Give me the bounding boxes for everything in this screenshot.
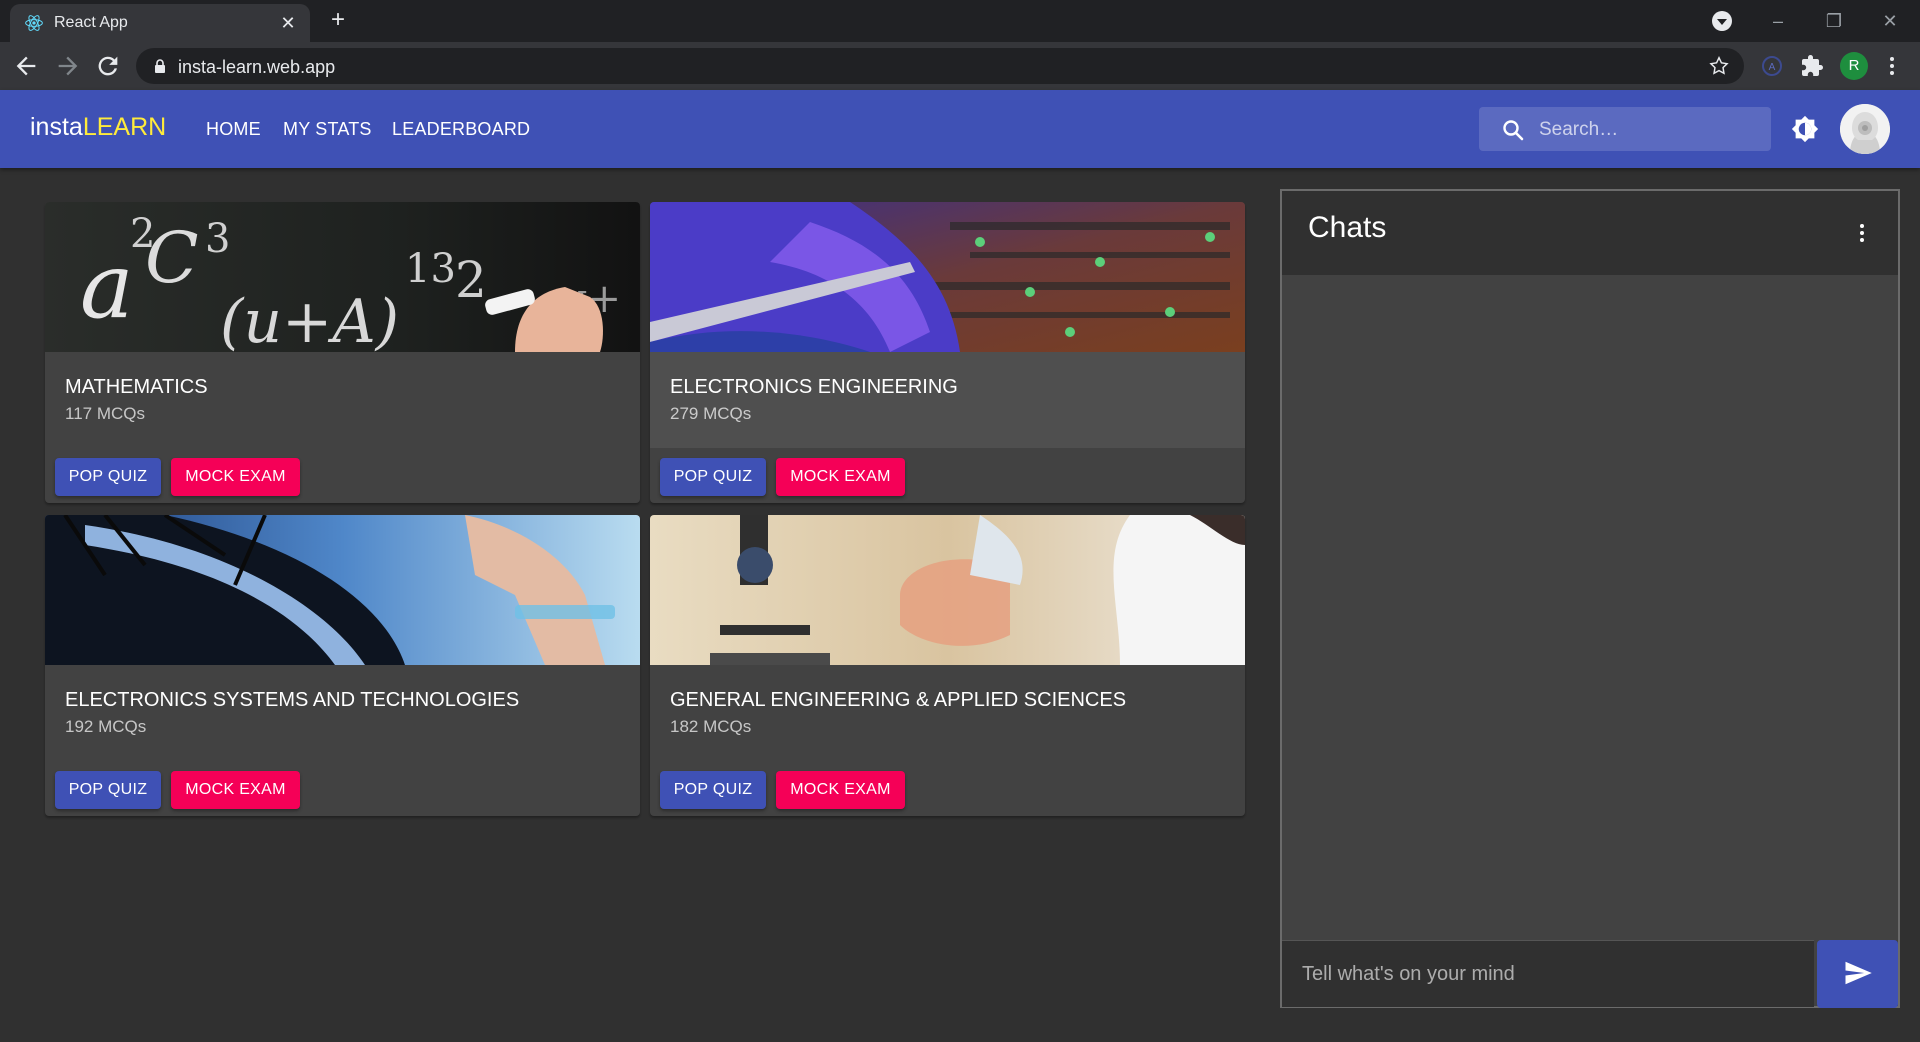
search-icon	[1503, 120, 1524, 141]
address-bar[interactable]: insta-learn.web.app	[136, 48, 1744, 84]
puzzle-extensions-icon[interactable]	[1800, 54, 1824, 78]
chat-message-input[interactable]	[1300, 955, 1804, 993]
general-engineering-image	[650, 515, 1245, 665]
brand-accent: LEARN	[82, 113, 167, 141]
svg-text:13: 13	[405, 246, 456, 292]
card-title: ELECTRONICS SYSTEMS AND TECHNOLOGIES	[65, 689, 520, 711]
user-avatar-icon	[1840, 104, 1890, 154]
brand-prefix: insta	[30, 113, 83, 141]
chats-panel: Chats	[1280, 189, 1900, 1008]
new-tab-icon[interactable]: +	[326, 8, 350, 32]
brightness-toggle-icon[interactable]	[1790, 114, 1820, 144]
svg-text:2: 2	[455, 251, 487, 309]
card-content[interactable]: ELECTRONICS SYSTEMS AND TECHNOLOGIES 192…	[45, 665, 640, 761]
card-content[interactable]: GENERAL ENGINEERING & APPLIED SCIENCES 1…	[650, 665, 1245, 761]
bookmark-star-icon[interactable]	[1708, 55, 1730, 77]
card-content[interactable]: ELECTRONICS ENGINEERING 279 MCQs	[650, 352, 1245, 448]
mock-exam-button[interactable]: MOCK EXAM	[171, 771, 300, 809]
browser-tab[interactable]: React App ✕	[10, 4, 310, 42]
pop-quiz-button[interactable]: POP QUIZ	[55, 771, 161, 809]
subject-card-electronics-engineering: ELECTRONICS ENGINEERING 279 MCQs POP QUI…	[650, 202, 1245, 503]
card-title: ELECTRONICS ENGINEERING	[670, 376, 958, 398]
mathematics-image: a C 2 3 (u+A) 13 2 x+	[45, 202, 640, 352]
brand-logo[interactable]: instaLEARN	[30, 113, 166, 142]
browser-profile-avatar[interactable]: R	[1840, 52, 1868, 80]
search-box[interactable]	[1479, 107, 1771, 151]
chats-title: Chats	[1308, 211, 1387, 244]
card-title: GENERAL ENGINEERING & APPLIED SCIENCES	[670, 689, 1127, 711]
subject-card-electronics-systems: ELECTRONICS SYSTEMS AND TECHNOLOGIES 192…	[45, 515, 640, 816]
back-icon[interactable]	[12, 52, 40, 80]
card-mcq-count: 182 MCQs	[670, 717, 752, 736]
card-mcq-count: 117 MCQs	[65, 404, 145, 423]
svg-text:2: 2	[130, 211, 155, 257]
card-title: MATHEMATICS	[65, 376, 208, 398]
tab-title: React App	[54, 14, 128, 31]
more-vert-icon[interactable]	[1850, 221, 1874, 245]
reload-icon[interactable]	[94, 52, 122, 80]
card-content[interactable]: MATHEMATICS 117 MCQs	[45, 352, 640, 448]
send-button[interactable]	[1817, 940, 1898, 1008]
extension-icon[interactable]: A	[1760, 54, 1784, 78]
window-close-icon[interactable]: ✕	[1870, 6, 1910, 36]
card-mcq-count: 279 MCQs	[670, 404, 752, 423]
electronics-systems-image	[45, 515, 640, 665]
react-icon	[25, 15, 43, 31]
card-mcq-count: 192 MCQs	[65, 717, 147, 736]
restore-icon[interactable]: ❐	[1814, 6, 1854, 36]
mock-exam-button[interactable]: MOCK EXAM	[776, 771, 905, 809]
tab-search-icon[interactable]	[1712, 11, 1732, 31]
electronics-engineering-image	[650, 202, 1245, 352]
browser-menu-icon[interactable]	[1880, 54, 1904, 78]
browser-tab-strip: React App ✕ + – ❐ ✕	[0, 0, 1920, 42]
pop-quiz-button[interactable]: POP QUIZ	[660, 771, 766, 809]
minimize-icon[interactable]: –	[1758, 6, 1798, 36]
svg-text:A: A	[1769, 62, 1776, 73]
url-text: insta-learn.web.app	[178, 57, 336, 77]
svg-text:3: 3	[205, 216, 230, 262]
search-input[interactable]	[1537, 113, 1761, 147]
chat-input-area	[1282, 940, 1814, 1007]
nav-leaderboard[interactable]: LEADERBOARD	[392, 119, 530, 140]
subject-card-general-engineering: GENERAL ENGINEERING & APPLIED SCIENCES 1…	[650, 515, 1245, 816]
svg-text:(u+A): (u+A)	[220, 287, 399, 352]
browser-toolbar: insta-learn.web.app A R	[0, 42, 1920, 90]
chats-header: Chats	[1282, 191, 1898, 275]
send-icon	[1845, 961, 1872, 984]
close-tab-icon[interactable]: ✕	[278, 13, 298, 33]
pop-quiz-button[interactable]: POP QUIZ	[660, 458, 766, 496]
subject-card-mathematics: a C 2 3 (u+A) 13 2 x+ MATHEMATICS 117 MC…	[45, 202, 640, 503]
pop-quiz-button[interactable]: POP QUIZ	[55, 458, 161, 496]
nav-my-stats[interactable]: MY STATS	[283, 119, 372, 140]
user-avatar[interactable]	[1840, 104, 1890, 154]
svg-text:a: a	[80, 234, 134, 339]
mock-exam-button[interactable]: MOCK EXAM	[776, 458, 905, 496]
mock-exam-button[interactable]: MOCK EXAM	[171, 458, 300, 496]
forward-icon[interactable]	[54, 52, 82, 80]
app-header: instaLEARN HOME MY STATS LEADERBOARD	[0, 90, 1920, 168]
nav-home[interactable]: HOME	[206, 119, 261, 140]
lock-icon	[155, 59, 165, 73]
